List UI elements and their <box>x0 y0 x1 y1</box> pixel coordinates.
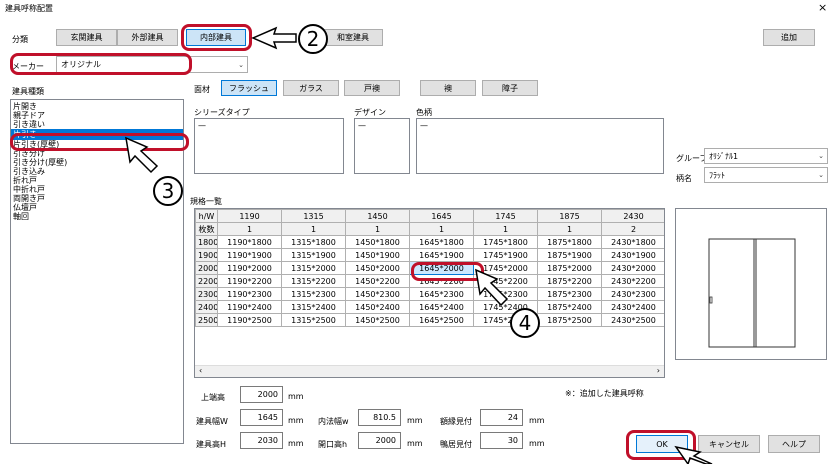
arrow-4-icon <box>475 268 509 307</box>
annotation-arrows <box>125 26 713 464</box>
arrow-2-icon <box>251 26 297 50</box>
arrow-3-icon <box>125 136 159 174</box>
callout-4: 4 <box>510 308 540 338</box>
arrow-ok-icon <box>674 445 713 464</box>
callout-2: 2 <box>298 24 328 54</box>
callout-3: 3 <box>153 176 183 206</box>
